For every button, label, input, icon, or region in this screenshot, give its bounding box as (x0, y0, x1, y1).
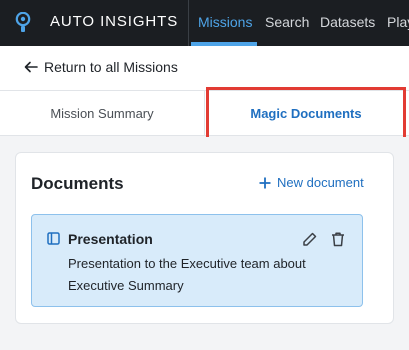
lightbulb-logo-icon (15, 12, 31, 32)
tab-highlight-box (206, 87, 406, 140)
nav-item-play[interactable]: Play (387, 14, 409, 30)
app-title: AUTO INSIGHTS (50, 13, 179, 30)
panel-layout-icon (47, 232, 60, 245)
new-document-button[interactable]: New document (259, 175, 364, 190)
document-title: Presentation (68, 231, 153, 247)
return-to-missions-link[interactable]: Return to all Missions (24, 59, 178, 75)
new-document-label: New document (277, 175, 364, 190)
document-description: Presentation to the Executive team about… (68, 256, 306, 293)
plus-icon (259, 177, 271, 188)
arrow-left-icon (24, 61, 38, 73)
documents-heading: Documents (31, 174, 124, 193)
pencil-edit-icon[interactable] (302, 231, 318, 247)
top-nav-bar: AUTO INSIGHTS Missions Search Datasets P… (0, 0, 409, 46)
nav-item-datasets[interactable]: Datasets (320, 14, 375, 30)
trash-delete-icon[interactable] (330, 231, 346, 247)
back-row: Return to all Missions (0, 46, 409, 91)
nav-item-missions[interactable]: Missions (198, 14, 252, 30)
return-to-missions-label: Return to all Missions (44, 59, 178, 75)
nav-divider (188, 0, 189, 46)
tab-mission-summary[interactable]: Mission Summary (0, 91, 205, 136)
nav-item-search[interactable]: Search (265, 14, 309, 30)
